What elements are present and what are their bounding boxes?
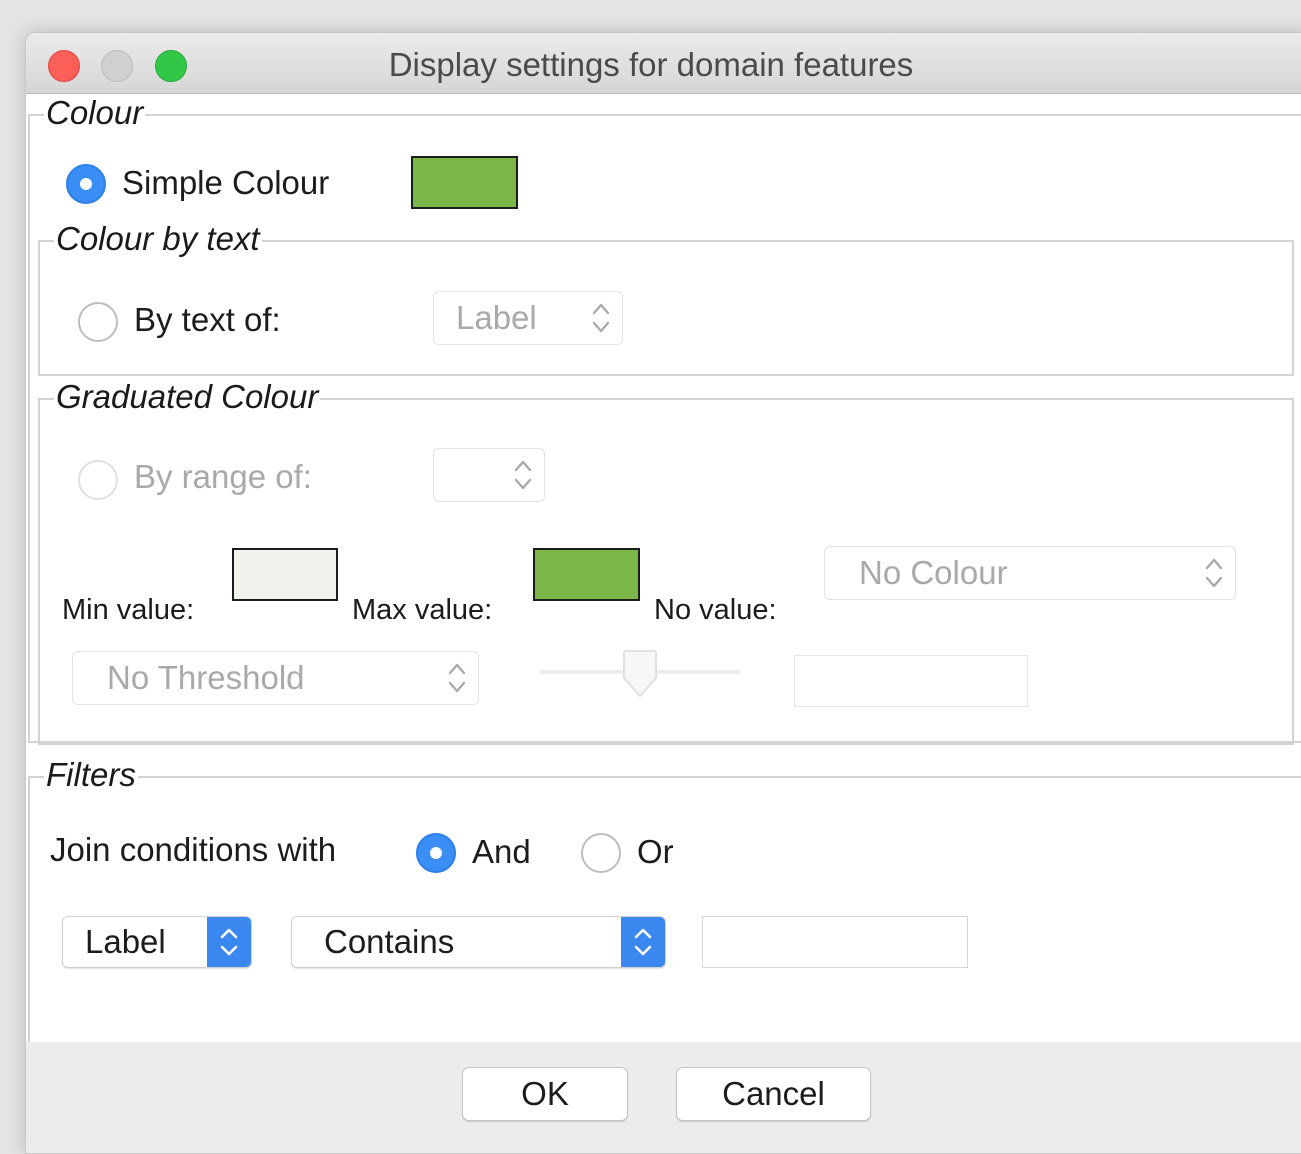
join-conditions-label: Join conditions with: [50, 831, 337, 868]
filter-condition-select[interactable]: Contains: [291, 916, 666, 968]
max-value-label: Max value:: [352, 594, 493, 626]
text-attribute-value: Label: [456, 299, 537, 336]
join-or-radio[interactable]: [581, 833, 621, 873]
filter-condition-stepper: [621, 917, 665, 967]
graduated-colour-legend: Graduated Colour: [54, 378, 321, 416]
chevron-updown-icon: [634, 928, 652, 956]
text-attribute-select[interactable]: Label: [433, 291, 623, 345]
dialog-content: Colour Simple Colour Colour by text By t…: [26, 94, 1301, 1050]
chevron-updown-icon: [220, 928, 238, 956]
no-value-label: No value:: [654, 594, 777, 626]
simple-colour-label: Simple Colour: [122, 164, 330, 201]
join-and-radio[interactable]: [416, 833, 456, 873]
by-range-radio[interactable]: [78, 460, 118, 500]
filter-pattern-field[interactable]: [702, 916, 968, 968]
threshold-slider-thumb[interactable]: [620, 650, 660, 698]
threshold-select[interactable]: No Threshold: [72, 651, 479, 705]
chevron-updown-icon: [514, 460, 532, 490]
colour-by-text-legend: Colour by text: [54, 220, 262, 258]
range-attribute-select[interactable]: [433, 448, 545, 502]
no-value-select-value: No Colour: [859, 554, 1008, 591]
threshold-value-field[interactable]: [794, 655, 1028, 707]
simple-colour-radio[interactable]: [66, 164, 106, 204]
threshold-select-value: No Threshold: [107, 659, 305, 696]
title-bar: Display settings for domain features: [26, 33, 1301, 94]
colour-legend: Colour: [44, 94, 146, 132]
filters-group: Filters: [28, 756, 1301, 1050]
ok-button[interactable]: OK: [462, 1067, 628, 1121]
chevron-updown-icon: [448, 663, 466, 693]
max-colour-swatch[interactable]: [533, 548, 640, 601]
simple-colour-swatch[interactable]: [411, 156, 518, 209]
min-colour-swatch[interactable]: [232, 548, 338, 601]
chevron-updown-icon: [592, 303, 610, 333]
window-title: Display settings for domain features: [388, 46, 914, 83]
cancel-button[interactable]: Cancel: [676, 1067, 871, 1121]
by-text-radio[interactable]: [78, 302, 118, 342]
button-bar: OK Cancel: [26, 1042, 1301, 1153]
by-range-label: By range of:: [134, 458, 312, 495]
settings-dialog: Display settings for domain features Col…: [25, 32, 1301, 1154]
join-or-label: Or: [637, 833, 674, 870]
by-text-label: By text of:: [134, 301, 281, 338]
filter-attribute-select[interactable]: Label: [62, 916, 252, 968]
chevron-updown-icon: [1205, 558, 1223, 588]
min-value-label: Min value:: [62, 594, 195, 626]
join-and-label: And: [472, 833, 531, 870]
filter-attribute-value: Label: [85, 923, 166, 960]
filter-condition-value: Contains: [324, 923, 455, 960]
no-value-select[interactable]: No Colour: [824, 546, 1236, 600]
filters-legend: Filters: [44, 756, 138, 794]
filter-attribute-stepper: [207, 917, 251, 967]
